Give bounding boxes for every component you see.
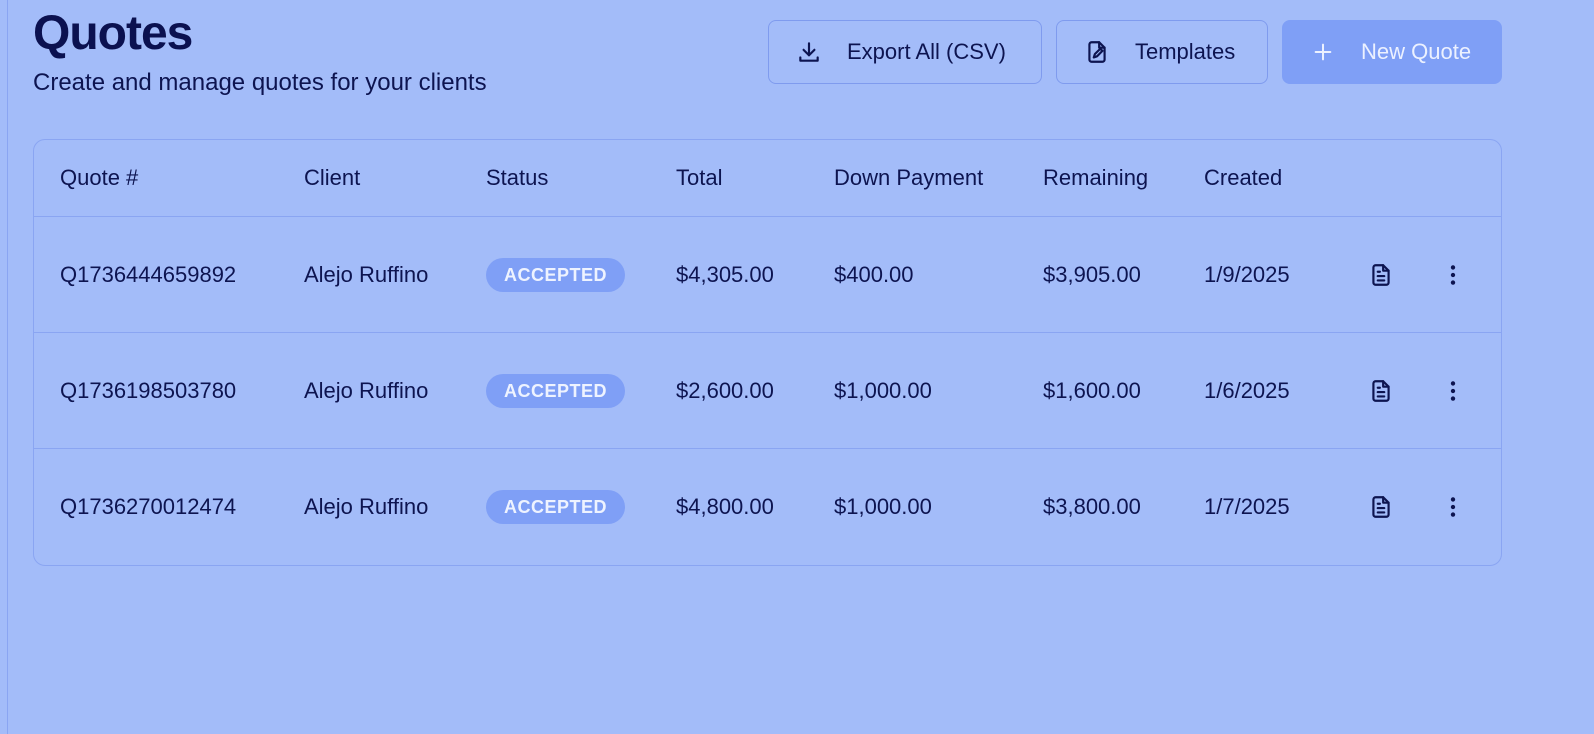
header-actions: Export All (CSV) Templates New Quote — [768, 20, 1502, 84]
client-name: Alejo Ruffino — [304, 377, 429, 403]
status-cell: ACCEPTED — [486, 449, 626, 565]
row-actions-cell — [1437, 449, 1469, 565]
quote-number: Q1736270012474 — [60, 494, 237, 519]
file-edit-icon — [1083, 38, 1111, 66]
quotes-table: Quote # Client Status Total Down Payment… — [33, 139, 1502, 566]
column-header-remaining[interactable]: Remaining — [1043, 140, 1148, 216]
created-date: 1/7/2025 — [1204, 494, 1290, 519]
new-quote-button[interactable]: New Quote — [1282, 20, 1502, 84]
row-actions-cell — [1437, 217, 1469, 332]
more-vertical-icon[interactable] — [1437, 375, 1469, 407]
client-name: Alejo Ruffino — [304, 261, 429, 287]
total-amount: $2,600.00 — [676, 377, 774, 403]
remaining-amount: $3,800.00 — [1043, 494, 1141, 519]
column-header-client[interactable]: Client — [304, 140, 360, 216]
quote-number: Q1736444659892 — [60, 261, 237, 287]
column-header-quote[interactable]: Quote # — [60, 140, 138, 216]
table-header: Quote # Client Status Total Down Payment… — [34, 140, 1501, 217]
export-csv-button[interactable]: Export All (CSV) — [768, 20, 1042, 84]
new-quote-label: New Quote — [1361, 39, 1472, 64]
status-cell: ACCEPTED — [486, 217, 626, 332]
quotes-page: Quotes Create and manage quotes for your… — [0, 0, 1594, 734]
column-header-status[interactable]: Status — [486, 140, 548, 216]
plus-icon — [1309, 38, 1337, 66]
column-header-created[interactable]: Created — [1204, 140, 1282, 216]
more-vertical-icon[interactable] — [1437, 491, 1469, 523]
column-header-total[interactable]: Total — [676, 140, 722, 216]
view-document-cell — [1365, 217, 1397, 332]
status-cell: ACCEPTED — [486, 333, 626, 448]
total-amount: $4,305.00 — [676, 261, 774, 287]
templates-label: Templates — [1135, 39, 1236, 64]
status-badge: ACCEPTED — [486, 490, 626, 524]
page-title: Quotes — [33, 7, 193, 60]
document-icon[interactable] — [1365, 259, 1397, 291]
down-payment-amount: $400.00 — [834, 261, 914, 287]
status-badge: ACCEPTED — [486, 257, 626, 292]
column-header-down-payment[interactable]: Down Payment — [834, 140, 983, 216]
table-row[interactable]: Q1736198503780 Alejo Ruffino ACCEPTED $2… — [34, 333, 1501, 449]
row-actions-cell — [1437, 333, 1469, 448]
view-document-cell — [1365, 333, 1397, 448]
remaining-amount: $3,905.00 — [1043, 261, 1141, 287]
total-amount: $4,800.00 — [676, 494, 774, 519]
table-row[interactable]: Q1736270012474 Alejo Ruffino ACCEPTED $4… — [34, 449, 1501, 565]
down-payment-amount: $1,000.00 — [834, 377, 932, 403]
down-payment-amount: $1,000.00 — [834, 494, 932, 519]
status-badge: ACCEPTED — [486, 373, 626, 408]
page-subtitle: Create and manage quotes for your client… — [33, 69, 487, 96]
quote-number: Q1736198503780 — [60, 377, 237, 403]
document-icon[interactable] — [1365, 491, 1397, 523]
view-document-cell — [1365, 449, 1397, 565]
export-csv-label: Export All (CSV) — [847, 39, 1006, 64]
remaining-amount: $1,600.00 — [1043, 377, 1141, 403]
sidebar-divider — [7, 0, 8, 734]
created-date: 1/6/2025 — [1204, 377, 1290, 403]
download-icon — [795, 38, 823, 66]
table-row[interactable]: Q1736444659892 Alejo Ruffino ACCEPTED $4… — [34, 217, 1501, 333]
document-icon[interactable] — [1365, 375, 1397, 407]
more-vertical-icon[interactable] — [1437, 259, 1469, 291]
client-name: Alejo Ruffino — [304, 494, 429, 519]
templates-button[interactable]: Templates — [1056, 20, 1268, 84]
created-date: 1/9/2025 — [1204, 261, 1290, 287]
